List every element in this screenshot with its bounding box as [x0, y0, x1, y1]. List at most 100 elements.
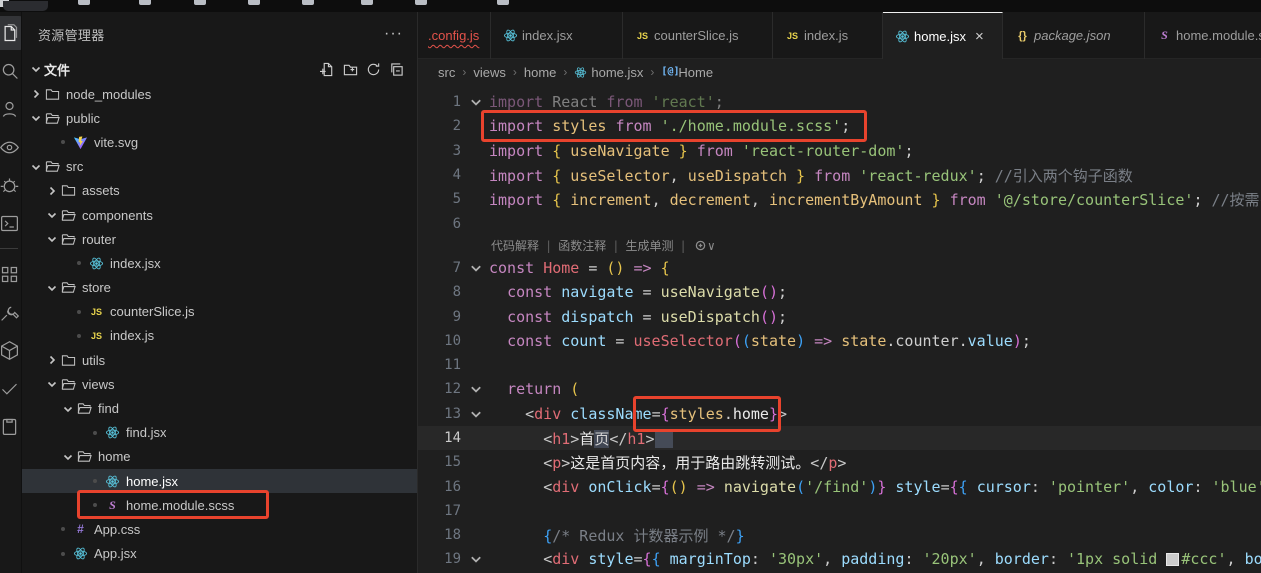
clipboard-icon[interactable] — [0, 409, 22, 443]
breadcrumb-item-Home[interactable]: [@]Home — [661, 65, 713, 80]
accounts-icon[interactable] — [0, 92, 22, 126]
tree-folder-views[interactable]: views — [22, 372, 417, 396]
line-number[interactable]: 7 — [418, 260, 463, 276]
tab-home.jsx[interactable]: home.jsx× — [883, 12, 1003, 59]
line-number[interactable]: 18 — [418, 527, 463, 543]
tree-file-counterSlice.js[interactable]: JScounterSlice.js — [22, 300, 417, 324]
tree-file-find.jsx[interactable]: find.jsx — [22, 421, 417, 445]
tree-folder-home[interactable]: home — [22, 445, 417, 469]
tree-folder-src[interactable]: src — [22, 155, 417, 179]
line-number[interactable]: 10 — [418, 333, 463, 349]
breadcrumb-item-home[interactable]: home — [524, 65, 557, 80]
code-line-6[interactable]: 6 — [418, 211, 1261, 235]
breadcrumb-item-views[interactable]: views — [473, 65, 506, 80]
new-file-button[interactable] — [317, 59, 338, 79]
breadcrumb-item-home.jsx[interactable]: home.jsx — [574, 65, 643, 80]
fold-chevron-icon[interactable] — [463, 553, 489, 565]
code-line-1[interactable]: 1import React from 'react'; — [418, 90, 1261, 114]
apps-icon[interactable] — [0, 257, 22, 291]
tab-config.js[interactable]: .config.js — [418, 12, 491, 59]
tab-home.module.scss[interactable]: Shome.module.scss — [1145, 12, 1261, 59]
code-line-12[interactable]: 12 return ( — [418, 377, 1261, 401]
code-line-4[interactable]: 4import { useSelector, useDispatch } fro… — [418, 163, 1261, 187]
search-icon[interactable] — [0, 54, 22, 88]
code-area[interactable]: 1import React from 'react';2import style… — [418, 85, 1261, 572]
code-line-8[interactable]: 8 const navigate = useNavigate(); — [418, 280, 1261, 304]
line-number[interactable]: 8 — [418, 284, 463, 300]
code-line-19[interactable]: 19 <div style={{ marginTop: '30px', padd… — [418, 547, 1261, 571]
line-number[interactable]: 4 — [418, 167, 463, 183]
code-line-18[interactable]: 18 {/* Redux 计数器示例 */} — [418, 523, 1261, 547]
fold-chevron-icon[interactable] — [463, 262, 489, 274]
ai-assistant-icon[interactable] — [695, 240, 706, 251]
close-icon[interactable]: × — [975, 29, 984, 44]
tree-folder-components[interactable]: components — [22, 203, 417, 227]
code-line-17[interactable]: 17 — [418, 499, 1261, 523]
breadcrumb-item-src[interactable]: src — [438, 65, 455, 80]
tree-file-home.jsx[interactable]: home.jsx — [22, 469, 417, 493]
activity-bar[interactable] — [0, 12, 22, 573]
line-number[interactable]: 16 — [418, 479, 463, 495]
code-line-16[interactable]: 16 <div onClick={() => navigate('/find')… — [418, 474, 1261, 498]
line-number[interactable]: 14 — [418, 430, 463, 446]
code-line-15[interactable]: 15 <p>这是首页内容，用于路由跳转测试。</p> — [418, 450, 1261, 474]
code-line-7[interactable]: 7const Home = () => { — [418, 256, 1261, 280]
line-number[interactable]: 19 — [418, 551, 463, 567]
code-line-11[interactable]: 11 — [418, 353, 1261, 377]
line-number[interactable]: 12 — [418, 381, 463, 397]
refresh-button[interactable] — [363, 59, 384, 79]
code-line-9[interactable]: 9 const dispatch = useDispatch(); — [418, 304, 1261, 328]
line-number[interactable]: 17 — [418, 503, 463, 519]
codelens-link[interactable]: 函数注释 — [558, 237, 606, 254]
tree-file-App.jsx[interactable]: App.jsx — [22, 542, 417, 566]
code-line-2[interactable]: 2import styles from './home.module.scss'… — [418, 114, 1261, 138]
line-number[interactable]: 11 — [418, 357, 463, 373]
tree-folder-public[interactable]: public — [22, 106, 417, 130]
code-line-10[interactable]: 10 const count = useSelector((state) => … — [418, 329, 1261, 353]
line-number[interactable]: 15 — [418, 454, 463, 470]
line-number[interactable]: 5 — [418, 191, 463, 207]
tab-package.json[interactable]: {}package.json — [1003, 12, 1145, 59]
codelens-link[interactable]: 代码解释 — [491, 237, 539, 254]
line-number[interactable]: 3 — [418, 143, 463, 159]
tools-icon[interactable] — [0, 295, 22, 329]
tree-file-App.css[interactable]: #App.css — [22, 517, 417, 541]
tree-folder-utils[interactable]: utils — [22, 348, 417, 372]
tab-index.js[interactable]: JSindex.js — [773, 12, 883, 59]
line-number[interactable]: 13 — [418, 406, 463, 422]
tree-folder-node_modules[interactable]: node_modules — [22, 82, 417, 106]
line-number[interactable]: 9 — [418, 309, 463, 325]
fold-chevron-icon[interactable] — [463, 383, 489, 395]
tab-index.jsx[interactable]: index.jsx — [491, 12, 623, 59]
fold-chevron-icon[interactable] — [463, 408, 489, 420]
tree-file-index.js[interactable]: JSindex.js — [22, 324, 417, 348]
code-line-3[interactable]: 3import { useNavigate } from 'react-rout… — [418, 139, 1261, 163]
fold-chevron-icon[interactable] — [463, 96, 489, 108]
tree-folder-store[interactable]: store — [22, 276, 417, 300]
check-icon[interactable] — [0, 371, 22, 405]
tab-counterSlice.js[interactable]: JScounterSlice.js — [623, 12, 773, 59]
code-line-5[interactable]: 5import { increment, decrement, incremen… — [418, 187, 1261, 211]
new-folder-button[interactable] — [340, 59, 361, 79]
eye-icon[interactable] — [0, 130, 22, 164]
codelens-link[interactable]: 生成单测 — [626, 237, 674, 254]
bug-icon[interactable] — [0, 168, 22, 202]
codelens-caret[interactable]: ∨ — [708, 239, 715, 253]
tree-folder-assets[interactable]: assets — [22, 179, 417, 203]
package-icon[interactable] — [0, 333, 22, 367]
tree-folder-find[interactable]: find — [22, 396, 417, 420]
line-number[interactable]: 6 — [418, 216, 463, 232]
line-number[interactable]: 2 — [418, 118, 463, 134]
tree-folder-router[interactable]: router — [22, 227, 417, 251]
tree-file-home.module.scss[interactable]: Shome.module.scss — [22, 493, 417, 517]
collapse-folders-button[interactable] — [386, 59, 407, 79]
files-section-header[interactable]: 文件 — [22, 56, 417, 82]
terminal-icon[interactable] — [0, 206, 22, 240]
more-actions-icon[interactable]: ··· — [384, 25, 403, 43]
line-number[interactable]: 1 — [418, 94, 463, 110]
explorer-icon[interactable] — [0, 16, 22, 50]
code-line-14[interactable]: 14 <h1>首页</h1> — [418, 426, 1261, 450]
tree-file-index.jsx[interactable]: index.jsx — [22, 251, 417, 275]
code-line-13[interactable]: 13 <div className={styles.home}> — [418, 402, 1261, 426]
tree-file-vite.svg[interactable]: vite.svg — [22, 130, 417, 154]
